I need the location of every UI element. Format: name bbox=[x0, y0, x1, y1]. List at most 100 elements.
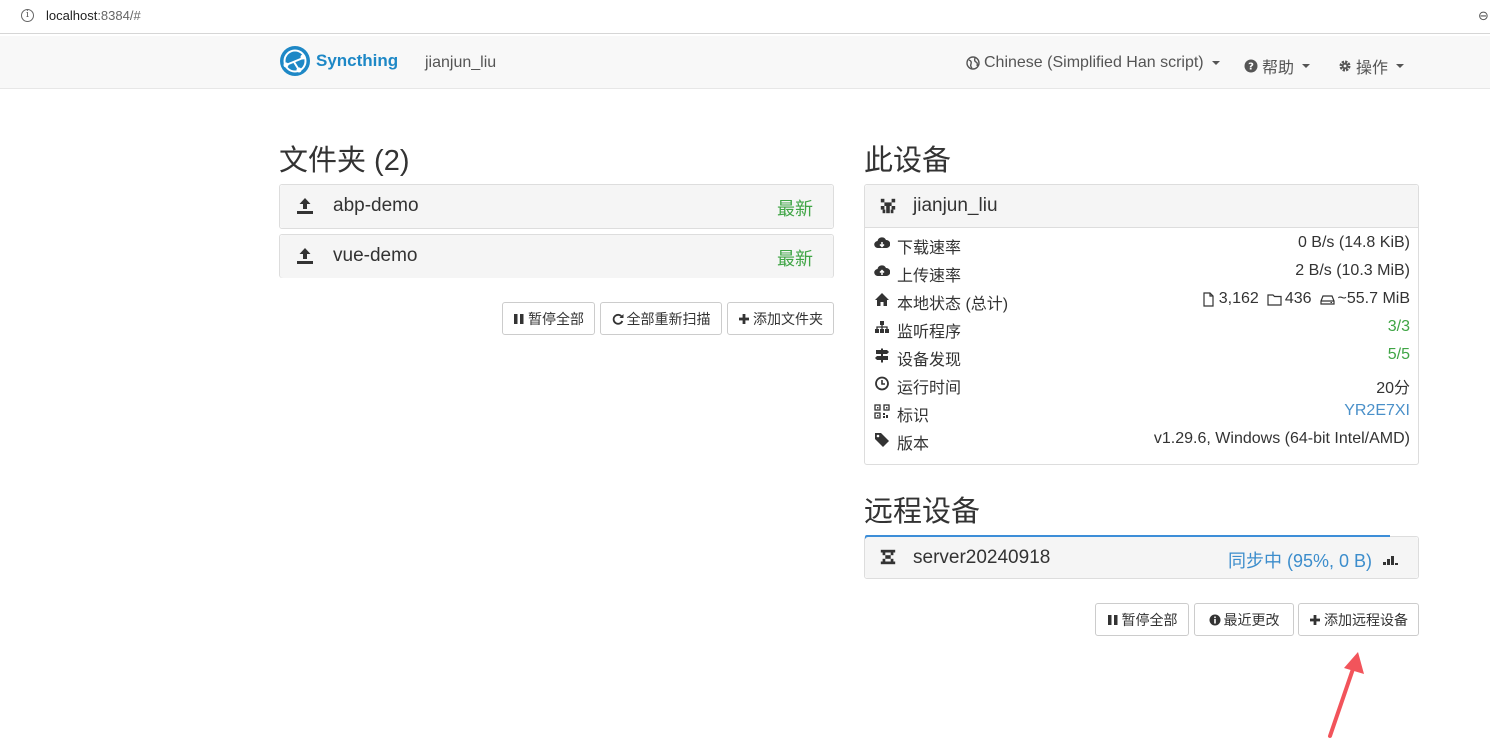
device-id-link[interactable]: YR2E7XI bbox=[1344, 402, 1410, 420]
info-icon[interactable]: i bbox=[21, 9, 34, 22]
pause-icon bbox=[514, 313, 524, 324]
this-device-heading-row[interactable]: jianjun_liu bbox=[865, 185, 1418, 228]
row-value: 20分 bbox=[1376, 380, 1410, 397]
pause-all-folders-button[interactable]: 暂停全部 bbox=[502, 302, 595, 335]
row-label: 下载速率 bbox=[897, 240, 962, 257]
file-icon bbox=[1203, 291, 1214, 307]
folder-heading[interactable]: vue-demo 最新 bbox=[280, 235, 833, 278]
question-icon: ? bbox=[1244, 59, 1258, 73]
folder-name: abp-demo bbox=[333, 195, 419, 216]
nav-device-name: jianjun_liu bbox=[425, 54, 497, 71]
folder-status: 最新 bbox=[777, 249, 813, 269]
folder-count: 436 bbox=[1284, 290, 1312, 307]
help-label: 帮助 bbox=[1262, 60, 1295, 77]
row-value: 0 B/s (14.8 KiB) bbox=[1297, 234, 1410, 251]
plus-icon bbox=[1310, 614, 1320, 625]
upload-rate-row: 上传速率 2 B/s (10.3 MiB) bbox=[865, 257, 1418, 285]
clock-icon bbox=[875, 376, 889, 391]
folder-icon bbox=[1267, 293, 1282, 306]
folders-heading: 文件夹 (2) bbox=[279, 145, 410, 177]
language-label: Chinese (Simplified Han script) bbox=[984, 54, 1204, 71]
row-label: 上传速率 bbox=[897, 268, 962, 285]
cloud-download-icon bbox=[874, 237, 890, 249]
folder-panel[interactable]: vue-demo 最新 bbox=[279, 234, 834, 278]
version-row: 版本 v1.29.6, Windows (64-bit Intel/AMD) bbox=[865, 425, 1418, 453]
zoom-icon[interactable]: ⊖ bbox=[1478, 8, 1490, 23]
button-label: 添加文件夹 bbox=[753, 310, 823, 327]
pause-all-devices-button[interactable]: 暂停全部 bbox=[1095, 603, 1189, 636]
qrcode-icon bbox=[874, 404, 890, 419]
tag-icon bbox=[875, 433, 889, 447]
remote-devices-heading: 远程设备 bbox=[864, 496, 981, 528]
local-state-values: 3,162 436 ~55.7 MiB bbox=[1193, 290, 1410, 308]
discovery-row[interactable]: 设备发现 5/5 bbox=[865, 341, 1418, 369]
button-label: 暂停全部 bbox=[1121, 611, 1178, 628]
this-device-heading: 此设备 bbox=[864, 145, 952, 177]
upload-icon bbox=[297, 248, 313, 264]
gear-icon bbox=[1339, 60, 1351, 72]
row-value: v1.29.6, Windows (64-bit Intel/AMD) bbox=[1153, 430, 1410, 447]
cloud-upload-icon bbox=[874, 265, 890, 277]
remote-device-panel[interactable]: server20240918 同步中 (95%, 0 B) bbox=[864, 535, 1419, 579]
row-label: 运行时间 bbox=[897, 380, 962, 397]
row-value: 5/5 bbox=[1387, 346, 1410, 363]
button-label: 全部重新扫描 bbox=[626, 310, 711, 327]
local-state-row: 本地状态 (总计) 3,162 436 ~55.7 MiB bbox=[865, 285, 1418, 313]
folder-name: vue-demo bbox=[333, 245, 418, 266]
brand-name: Syncthing bbox=[316, 51, 399, 70]
annotation-arrow-icon bbox=[1328, 652, 1364, 738]
row-label: 本地状态 (总计) bbox=[897, 296, 1009, 313]
navbar: Syncthing jianjun_liu Chinese (Simplifie… bbox=[0, 36, 1490, 89]
actions-dropdown[interactable]: 操作 bbox=[1338, 54, 1405, 78]
url-field[interactable]: localhost:8384/# bbox=[46, 8, 141, 23]
add-remote-device-button[interactable]: 添加远程设备 bbox=[1298, 603, 1419, 636]
refresh-icon bbox=[612, 313, 623, 325]
identicon-icon bbox=[880, 549, 896, 565]
language-dropdown[interactable]: Chinese (Simplified Han script) bbox=[966, 54, 1220, 72]
folder-status: 最新 bbox=[777, 199, 813, 219]
rescan-all-button[interactable]: 全部重新扫描 bbox=[600, 302, 722, 335]
sitemap-icon bbox=[875, 321, 889, 333]
remote-device-name: server20240918 bbox=[913, 547, 1051, 568]
chevron-down-icon bbox=[1211, 61, 1220, 65]
row-label: 监听程序 bbox=[897, 324, 962, 341]
uptime-row: 运行时间 20分 bbox=[865, 369, 1418, 397]
row-label: 标识 bbox=[897, 408, 930, 425]
folder-panel[interactable]: abp-demo 最新 bbox=[279, 184, 834, 229]
this-device-panel: jianjun_liu 下载速率 0 B/s (14.8 KiB) 上传速率 2… bbox=[864, 184, 1419, 465]
this-device-name: jianjun_liu bbox=[913, 195, 998, 216]
download-rate-row: 下载速率 0 B/s (14.8 KiB) bbox=[865, 229, 1418, 257]
actions-label: 操作 bbox=[1356, 60, 1389, 77]
identification-row: 标识 YR2E7XI bbox=[865, 397, 1418, 425]
upload-icon bbox=[297, 198, 313, 214]
brand[interactable]: Syncthing bbox=[279, 45, 398, 77]
row-value: 3/3 bbox=[1387, 318, 1410, 335]
svg-text:?: ? bbox=[1248, 62, 1254, 73]
button-label: 添加远程设备 bbox=[1324, 611, 1408, 628]
identicon-icon bbox=[880, 198, 896, 214]
plus-icon bbox=[739, 313, 749, 324]
pause-icon bbox=[1107, 614, 1117, 625]
add-folder-button[interactable]: 添加文件夹 bbox=[727, 302, 834, 335]
signpost-icon bbox=[875, 348, 889, 363]
browser-address-bar: i localhost:8384/# ⊖ bbox=[0, 0, 1490, 34]
row-value: 2 B/s (10.3 MiB) bbox=[1295, 262, 1410, 279]
syncthing-logo-icon bbox=[280, 46, 310, 76]
row-label: 版本 bbox=[897, 436, 930, 453]
listeners-row[interactable]: 监听程序 3/3 bbox=[865, 313, 1418, 341]
row-label: 设备发现 bbox=[897, 352, 962, 369]
total-size: ~55.7 MiB bbox=[1337, 290, 1410, 307]
home-icon bbox=[875, 293, 889, 306]
folder-heading[interactable]: abp-demo 最新 bbox=[280, 185, 833, 228]
this-device-stats: 下载速率 0 B/s (14.8 KiB) 上传速率 2 B/s (10.3 M… bbox=[865, 229, 1418, 453]
button-label: 最近更改 bbox=[1223, 611, 1280, 628]
signal-icon bbox=[1383, 556, 1398, 565]
help-dropdown[interactable]: ? 帮助 bbox=[1244, 54, 1311, 78]
globe-icon bbox=[966, 56, 980, 70]
remote-device-status: 同步中 (95%, 0 B) bbox=[1227, 551, 1372, 571]
recent-changes-button[interactable]: 最近更改 bbox=[1194, 603, 1294, 636]
hdd-icon bbox=[1319, 294, 1335, 305]
file-count: 3,162 bbox=[1218, 290, 1259, 307]
button-label: 暂停全部 bbox=[528, 310, 584, 327]
remote-device-heading[interactable]: server20240918 同步中 (95%, 0 B) bbox=[865, 537, 1418, 578]
